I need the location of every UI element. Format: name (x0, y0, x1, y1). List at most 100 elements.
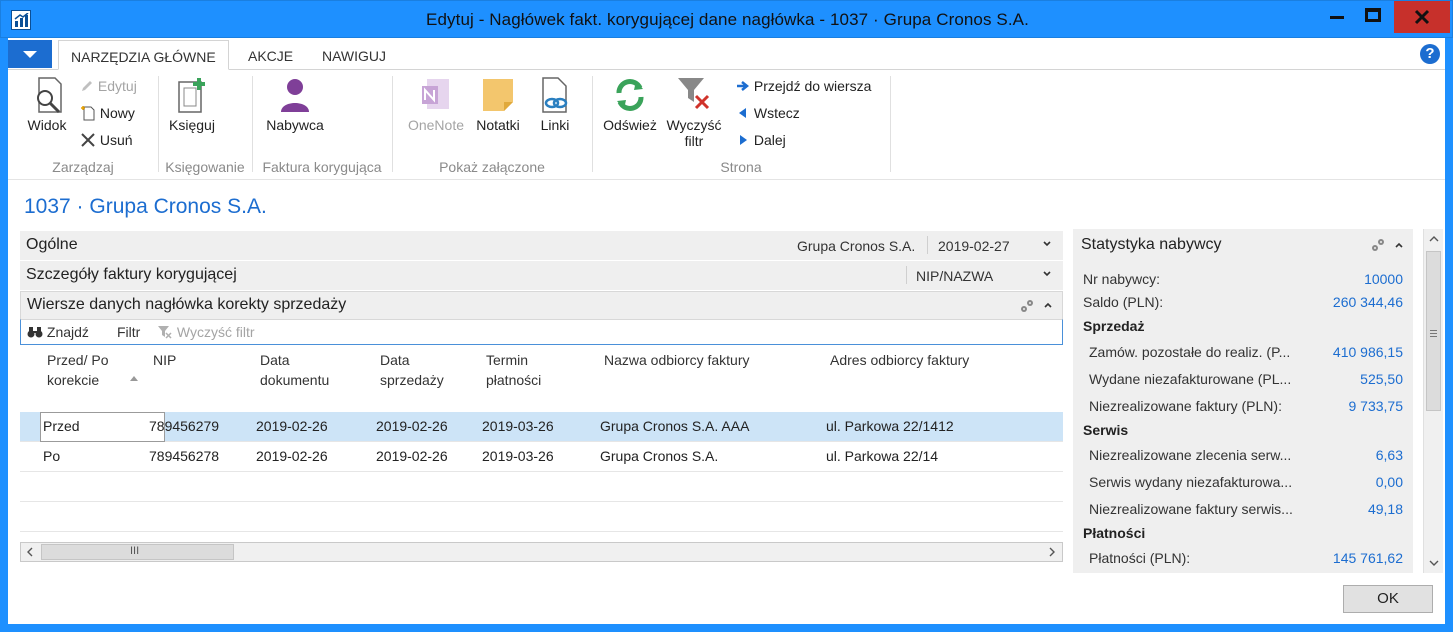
app-menu-button[interactable] (8, 40, 52, 68)
wydane-niezafakturowane-value[interactable]: 525,50 (1360, 371, 1403, 387)
fasttab-ogolne[interactable]: Ogólne Grupa Cronos S.A. 2019-02-27 (20, 231, 1063, 260)
nowy-button[interactable]: Nowy (80, 105, 135, 121)
tab-nawiguj[interactable]: NAWIGUJ (310, 40, 398, 70)
column-header-data-dokumentu[interactable]: Data dokumentu (260, 350, 329, 390)
cell-data-dokumentu[interactable]: 2019-02-26 (256, 418, 328, 434)
notatki-button[interactable]: Notatki (470, 76, 526, 133)
niezrealizowane-zlecenia-serwisowe-value[interactable]: 6,63 (1376, 447, 1403, 463)
chevron-up-icon[interactable] (1394, 240, 1404, 250)
nowy-label: Nowy (99, 105, 135, 121)
settings-icon[interactable] (1370, 237, 1386, 253)
przejdz-do-wiersza-button[interactable]: Przejdź do wiersza (736, 78, 871, 94)
header-line1: Termin (486, 352, 529, 368)
scroll-up-icon[interactable] (1429, 235, 1439, 243)
nabywca-button[interactable]: Nabywca (260, 76, 330, 133)
nr-nabywcy-label: Nr nabywcy: (1083, 271, 1161, 287)
ksieguj-button[interactable]: Księguj (163, 76, 221, 133)
zamow-pozostale-value[interactable]: 410 986,15 (1333, 344, 1403, 360)
lines-part-title: Wiersze danych nagłówka korekty sprzedaż… (27, 296, 347, 313)
cell-adres-odbiorcy[interactable]: ul. Parkowa 22/14 (826, 448, 938, 464)
chevron-up-icon[interactable] (1043, 300, 1053, 310)
column-header-termin-platnosci[interactable]: Termin płatności (486, 350, 541, 390)
wstecz-button[interactable]: Wstecz (736, 105, 800, 121)
group-label-pokaz-zalaczone: Pokaż załączone (439, 159, 545, 175)
horizontal-scrollbar[interactable]: III (20, 542, 1063, 562)
ksieguj-label: Księguj (169, 117, 215, 133)
ribbon-tabbar: NARZĘDZIA GŁÓWNE AKCJE NAWIGUJ ? (8, 38, 1445, 70)
linki-button[interactable]: Linki (530, 76, 580, 133)
group-label-zarzadzaj: Zarządzaj (52, 159, 114, 175)
niezrealizowane-faktury-serwisowe-value[interactable]: 49,18 (1368, 501, 1403, 517)
filtr-button[interactable]: Filtr (117, 324, 140, 340)
fasttab-ogolne-title: Ogólne (26, 236, 78, 253)
znajdz-button[interactable]: Znajdź (27, 324, 89, 340)
column-header-data-sprzedazy[interactable]: Data sprzedaży (380, 350, 444, 390)
table-row[interactable]: Po 789456278 2019-02-26 2019-02-26 2019-… (20, 442, 1063, 472)
scroll-left-icon[interactable] (26, 547, 34, 557)
cell-nazwa-odbiorcy[interactable]: Grupa Cronos S.A. AAA (600, 418, 749, 434)
widok-button[interactable]: Widok (22, 76, 72, 133)
niezrealizowane-faktury-value[interactable]: 9 733,75 (1349, 398, 1404, 414)
cell-termin-platnosci[interactable]: 2019-03-26 (482, 418, 554, 434)
vertical-scrollbar[interactable] (1423, 229, 1443, 573)
group-separator (592, 76, 593, 172)
minimize-button[interactable] (1319, 1, 1355, 33)
maximize-button[interactable] (1355, 1, 1391, 33)
nabywca-label: Nabywca (266, 117, 324, 133)
niezrealizowane-zlecenia-serwisowe-label: Niezrealizowane zlecenia serw... (1089, 447, 1292, 463)
edytuj-button[interactable]: Edytuj (80, 78, 137, 94)
tab-narzedzia-glowne[interactable]: NARZĘDZIA GŁÓWNE (58, 40, 229, 70)
cell-data-sprzedazy[interactable]: 2019-02-26 (376, 418, 448, 434)
table-row-empty[interactable] (20, 472, 1063, 502)
chevron-down-icon[interactable] (1042, 269, 1052, 279)
settings-icon[interactable] (1019, 298, 1035, 314)
onenote-button[interactable]: OneNote (400, 76, 472, 133)
table-row[interactable]: Przed 789456279 2019-02-26 2019-02-26 20… (20, 412, 1063, 442)
serwis-wydany-value[interactable]: 0,00 (1376, 474, 1403, 490)
platnosci-value[interactable]: 145 761,62 (1333, 550, 1403, 566)
scroll-thumb[interactable] (1426, 251, 1441, 411)
cell-przed-po[interactable]: Po (43, 448, 60, 464)
wyczysc-filtr-button[interactable]: Wyczyść filtr (662, 76, 726, 149)
cell-adres-odbiorcy[interactable]: ul. Parkowa 22/1412 (826, 418, 954, 434)
cell-data-dokumentu[interactable]: 2019-02-26 (256, 448, 328, 464)
usun-button[interactable]: Usuń (80, 132, 133, 148)
header-line2: korekcie (47, 372, 100, 388)
cell-nip[interactable]: 789456278 (149, 448, 219, 464)
cell-nip[interactable]: 789456279 (149, 418, 219, 434)
column-header-nip[interactable]: NIP (153, 350, 176, 370)
dalej-button[interactable]: Dalej (736, 132, 786, 148)
saldo-label: Saldo (PLN): (1083, 294, 1164, 310)
niezrealizowane-faktury-label: Niezrealizowane faktury (PLN): (1089, 398, 1282, 414)
fasttab-szczegoly[interactable]: Szczegóły faktury korygującej NIP/NAZWA (20, 261, 1063, 290)
summary-separator (906, 266, 907, 284)
help-icon[interactable]: ? (1420, 44, 1440, 64)
column-header-przed-po[interactable]: Przed/ Po korekcie (47, 350, 108, 390)
table-row-empty[interactable] (20, 502, 1063, 532)
odswiez-button[interactable]: Odśwież (600, 76, 660, 133)
cell-nazwa-odbiorcy[interactable]: Grupa Cronos S.A. (600, 448, 718, 464)
przejdz-label: Przejdź do wiersza (753, 78, 872, 94)
tab-akcje[interactable]: AKCJE (236, 40, 305, 70)
column-header-adres-odbiorcy[interactable]: Adres odbiorcy faktury (830, 350, 969, 370)
platnosci-label: Płatności (PLN): (1089, 550, 1191, 566)
scroll-right-icon[interactable] (1048, 547, 1056, 557)
scroll-down-icon[interactable] (1429, 559, 1439, 567)
cell-przed-po[interactable]: Przed (43, 418, 80, 434)
saldo-value[interactable]: 260 344,46 (1333, 294, 1403, 310)
nr-nabywcy-value[interactable]: 10000 (1364, 271, 1403, 287)
chevron-down-icon[interactable] (1042, 239, 1052, 249)
fasttab-ogolne-summary-name: Grupa Cronos S.A. (797, 238, 916, 254)
cell-termin-platnosci[interactable]: 2019-03-26 (482, 448, 554, 464)
scroll-thumb[interactable]: III (41, 544, 234, 560)
binoculars-icon (27, 327, 43, 338)
ok-button[interactable]: OK (1343, 585, 1433, 613)
lines-part-header[interactable]: Wiersze danych nagłówka korekty sprzedaż… (20, 291, 1063, 319)
column-header-nazwa-odbiorcy[interactable]: Nazwa odbiorcy faktury (604, 350, 750, 370)
cell-data-sprzedazy[interactable]: 2019-02-26 (376, 448, 448, 464)
customer-icon (281, 79, 309, 112)
group-label-faktura-korygujaca: Faktura korygująca (262, 159, 382, 175)
close-button[interactable] (1394, 1, 1450, 33)
wyczysc-filtr-link[interactable]: Wyczyść filtr (157, 324, 255, 340)
fasttab-szczegoly-title: Szczegóły faktury korygującej (26, 266, 237, 283)
